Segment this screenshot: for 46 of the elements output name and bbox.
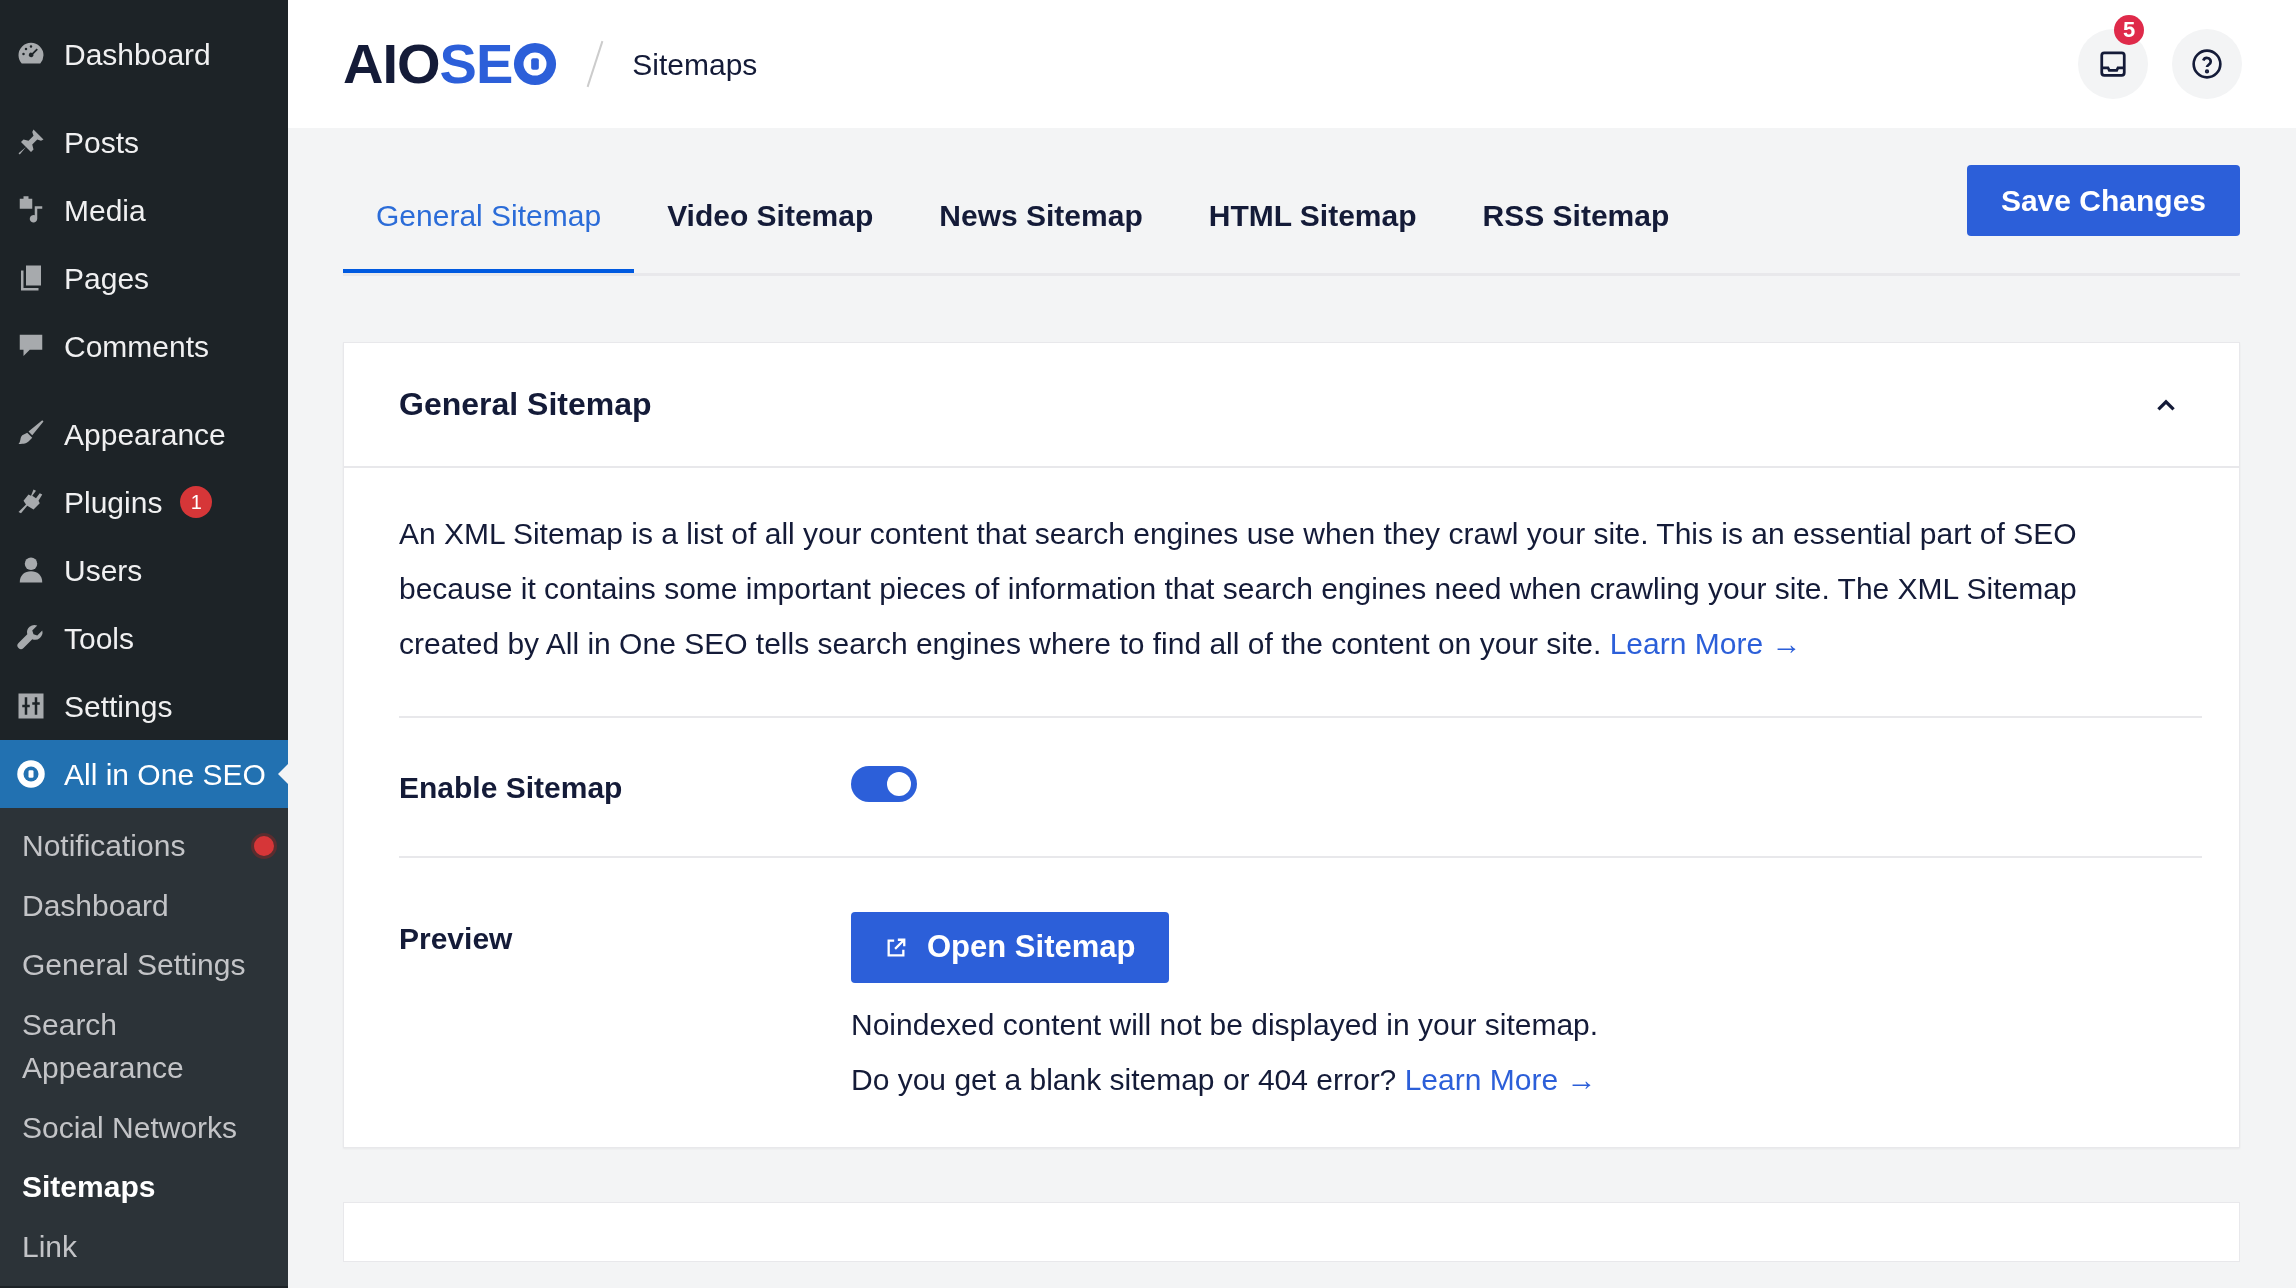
gear-icon [16, 759, 46, 789]
help-icon [2191, 48, 2223, 80]
notification-count: 5 [2114, 15, 2144, 45]
sidebar-item[interactable]: Users [0, 536, 288, 604]
description-text: An XML Sitemap is a list of all your content that search engines use when they crawl your site. This is an essential part of SEO because it contains some important pieces of information that search engines need when crawling your site. The XML Sitemap created by All in One SEO tells search engines where to find all of the content on your site. Learn More → [399, 506, 2202, 718]
inbox-icon [2098, 49, 2128, 79]
setting-label: Enable Sitemap [399, 769, 624, 806]
count-badge: 1 [180, 486, 213, 518]
pin-icon [16, 127, 46, 157]
tab[interactable]: General Sitemap [343, 128, 635, 273]
learn-more-link[interactable]: Learn More → [1404, 1063, 1597, 1096]
breadcrumb: Sitemaps [632, 46, 758, 83]
sidebar-item[interactable]: Comments [0, 312, 288, 380]
sidebar-item[interactable]: Posts [0, 108, 288, 176]
note-text: Do you get a blank sitemap or 404 error? Learn More → [851, 1062, 1598, 1098]
save-changes-button[interactable]: Save Changes [1966, 165, 2240, 236]
sidebar-item[interactable]: Plugins 1 [0, 468, 288, 536]
tab[interactable]: HTML Sitemap [1175, 128, 1450, 273]
submenu-item[interactable]: Sitemaps [0, 1157, 288, 1217]
sidebar-item[interactable]: All in One SEO [0, 740, 288, 808]
learn-more-link[interactable]: Learn More → [1609, 627, 1802, 660]
submenu-item[interactable]: Notifications [0, 816, 288, 876]
sliders-icon [16, 691, 46, 721]
sidebar-item[interactable]: Tools [0, 604, 288, 672]
sidebar-item[interactable]: Media [0, 176, 288, 244]
logo-gear-icon [512, 41, 559, 87]
toggle-switch[interactable] [851, 765, 917, 802]
logo-text: AIO [343, 31, 440, 97]
note-text: Noindexed content will not be displayed in your sitemap. [851, 1007, 1599, 1043]
card-title: General Sitemap [399, 385, 652, 424]
sidebar-item[interactable]: Dashboard [0, 20, 288, 88]
logo-text: SE [439, 31, 513, 97]
tab[interactable]: News Sitemap [906, 128, 1176, 273]
submenu-item[interactable]: Dashboard [0, 875, 288, 935]
setting-label: Preview [399, 921, 514, 957]
sidebar-item[interactable]: Pages [0, 244, 288, 312]
tab[interactable]: Video Sitemap [634, 128, 907, 273]
sidebar-item[interactable]: Settings [0, 672, 288, 740]
open-sitemap-button[interactable]: Open Sitemap [851, 912, 1170, 983]
submenu-item[interactable]: Link [0, 1216, 288, 1276]
tab[interactable]: RSS Sitemap [1449, 128, 1703, 273]
sidebar-item[interactable]: Appearance [0, 400, 288, 468]
submenu-item[interactable]: Social Networks [0, 1097, 288, 1157]
submenu-item[interactable]: General Settings [0, 935, 288, 995]
submenu-item[interactable]: Search Appearance [0, 994, 288, 1098]
external-link-icon [885, 936, 907, 959]
